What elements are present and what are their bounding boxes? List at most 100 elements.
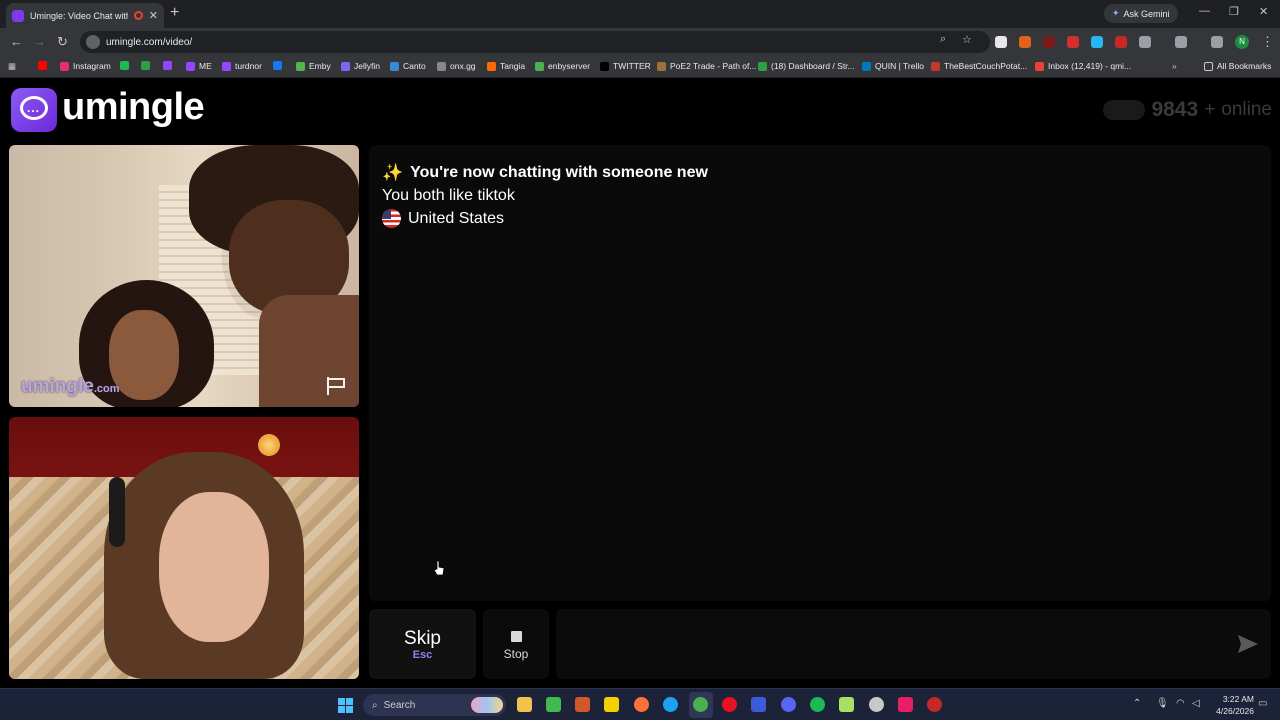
- extension-blocker-icon[interactable]: [1115, 36, 1127, 48]
- spotify-icon[interactable]: [810, 697, 825, 712]
- browser-menu-icon[interactable]: ⋮: [1261, 34, 1274, 50]
- media-player-icon[interactable]: [546, 697, 561, 712]
- microphone-icon[interactable]: 🎙: [1156, 698, 1169, 709]
- windows-start-icon[interactable]: [338, 698, 353, 713]
- bookmark-star-icon[interactable]: ☆: [962, 33, 972, 46]
- new-tab-button[interactable]: +: [170, 4, 179, 22]
- obs-icon[interactable]: [722, 697, 737, 712]
- all-bookmarks-folder[interactable]: All Bookmarks: [1204, 61, 1271, 71]
- extensions-puzzle-icon[interactable]: [1139, 36, 1151, 48]
- notifications-icon[interactable]: ▭: [1258, 698, 1267, 709]
- taskbar-clock[interactable]: 3:22 AM 4/26/2026: [1210, 693, 1254, 717]
- send-icon[interactable]: [1238, 635, 1258, 653]
- discord-icon[interactable]: [781, 697, 796, 712]
- window-close-icon[interactable]: ✕: [1259, 5, 1268, 18]
- stranger-video: umingle.com: [9, 145, 359, 407]
- bookmark-item[interactable]: TheBestCouchPotat...: [931, 61, 1027, 71]
- search-icon: ⌕: [372, 699, 378, 711]
- extension-red-icon[interactable]: [1043, 36, 1055, 48]
- close-tab-icon[interactable]: ✕: [149, 9, 158, 22]
- bookmark-label: TWITTER: [613, 61, 651, 71]
- volume-icon[interactable]: ◁: [1192, 698, 1200, 709]
- logo-text[interactable]: umingle: [62, 86, 205, 129]
- minimize-icon[interactable]: —: [1199, 5, 1210, 17]
- chrome-icon[interactable]: [693, 697, 708, 712]
- tab-search-icon[interactable]: [1211, 36, 1223, 48]
- bookmark-favicon-icon: [222, 61, 231, 71]
- taskbar-search[interactable]: ⌕ Search: [363, 694, 506, 716]
- side-panel-icon[interactable]: [1175, 36, 1187, 48]
- sticky-notes-icon[interactable]: [604, 697, 619, 712]
- bookmark-item[interactable]: TWITTER: [600, 61, 651, 71]
- bookmark-item[interactable]: Instagram: [60, 61, 111, 71]
- bookmark-item[interactable]: enbyserver: [535, 61, 590, 71]
- chat-system-headline: ✨ You're now chatting with someone new: [382, 161, 1258, 184]
- stop-button[interactable]: Stop: [483, 609, 549, 679]
- bookmark-label: (18) Dashboard / Str...: [771, 61, 855, 71]
- restore-icon[interactable]: ❐: [1229, 5, 1239, 18]
- wifi-icon[interactable]: ◠: [1176, 698, 1185, 709]
- firefox-icon[interactable]: [634, 697, 649, 712]
- back-icon[interactable]: ←: [10, 34, 23, 49]
- bookmark-favicon-icon: [437, 61, 446, 71]
- bookmark-item[interactable]: Tangia: [487, 61, 525, 71]
- notepad-icon[interactable]: [839, 697, 854, 712]
- extension-youtube-icon[interactable]: [1067, 36, 1079, 48]
- bandcamp-icon[interactable]: [575, 697, 590, 712]
- bookmark-item[interactable]: Inbox (12,419) - qmi...: [1035, 61, 1131, 71]
- site-info-icon[interactable]: [86, 35, 100, 49]
- bookmark-item[interactable]: [141, 61, 150, 70]
- bookmark-favicon-icon: [931, 61, 940, 71]
- apps-grid-icon[interactable]: ▦: [8, 61, 16, 72]
- recorder-icon[interactable]: [927, 697, 942, 712]
- umingle-logo-icon[interactable]: ...: [11, 88, 57, 132]
- more-bookmarks-icon[interactable]: »: [1172, 61, 1177, 71]
- bookmark-label: Instagram: [73, 61, 111, 71]
- bookmark-item[interactable]: [120, 61, 129, 70]
- bookmark-item[interactable]: Emby: [296, 61, 331, 71]
- bookmark-item[interactable]: onx.gg: [437, 61, 476, 71]
- bookmark-item[interactable]: [273, 61, 282, 70]
- edge-icon[interactable]: [663, 697, 678, 712]
- zoom-icon[interactable]: ⌕: [940, 33, 946, 46]
- ms-store-icon[interactable]: [751, 697, 766, 712]
- bookmark-item[interactable]: turdnor: [222, 61, 262, 71]
- profile-avatar[interactable]: N: [1235, 35, 1249, 49]
- bookmark-favicon-icon: [600, 61, 609, 71]
- bookmark-item[interactable]: Canto: [390, 61, 426, 71]
- gemini-sparkle-icon: ✦: [1112, 8, 1120, 18]
- stop-label: Stop: [503, 647, 529, 661]
- skip-button[interactable]: Skip Esc: [369, 609, 476, 679]
- bookmark-item[interactable]: (18) Dashboard / Str...: [758, 61, 855, 71]
- bookmark-label: Canto: [403, 61, 426, 71]
- url-text[interactable]: umingle.com/video/: [106, 37, 192, 48]
- bookmark-item[interactable]: Jellyfin: [341, 61, 380, 71]
- umingle-favicon-icon: [12, 9, 24, 22]
- extension-fox-icon[interactable]: [1019, 36, 1031, 48]
- omnibox[interactable]: umingle.com/video/: [80, 31, 990, 53]
- browser-tab-umingle[interactable]: Umingle: Video Chat with S ✕: [6, 3, 164, 28]
- online-count: 9843: [1151, 98, 1199, 121]
- message-input[interactable]: [556, 609, 1271, 679]
- bookmark-favicon-icon: [60, 61, 69, 71]
- file-explorer-icon[interactable]: [517, 697, 532, 712]
- extension-k-icon[interactable]: [995, 36, 1007, 48]
- extension-seven-tv-icon[interactable]: [1091, 36, 1103, 48]
- bookmark-item[interactable]: ME: [186, 61, 212, 71]
- tray-overflow-icon[interactable]: ⌃: [1133, 698, 1141, 709]
- bookmark-item[interactable]: QUIN | Trello: [862, 61, 924, 71]
- taskbar-search-label: Search: [383, 699, 416, 711]
- theme-toggle[interactable]: [1103, 100, 1146, 120]
- bookmark-item[interactable]: PoE2 Trade - Path of...: [657, 61, 756, 71]
- bookmark-item[interactable]: [38, 61, 47, 70]
- ask-gemini-button[interactable]: ✦ Ask Gemini: [1104, 4, 1178, 23]
- common-interest-line: You both like tiktok: [382, 187, 515, 204]
- reload-icon[interactable]: ↻: [57, 34, 68, 50]
- steam-icon[interactable]: [869, 697, 884, 712]
- skip-hotkey: Esc: [412, 649, 433, 661]
- report-flag-icon[interactable]: [327, 377, 347, 395]
- tiktok-icon[interactable]: [898, 697, 913, 712]
- forward-icon[interactable]: →: [33, 34, 46, 49]
- bookmark-item[interactable]: [163, 61, 172, 70]
- bookmark-favicon-icon: [163, 61, 172, 70]
